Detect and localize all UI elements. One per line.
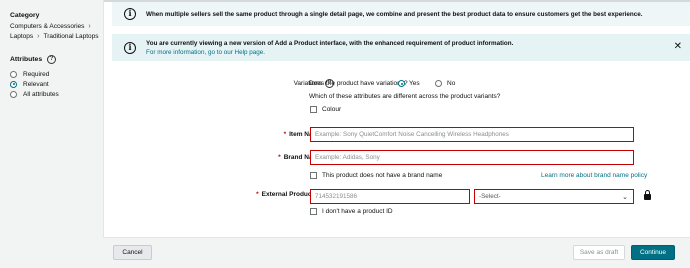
chevron-right-icon: ›	[37, 33, 40, 40]
radio-button[interactable]	[10, 90, 17, 98]
radio-button-selected[interactable]	[10, 80, 17, 88]
colour-checkbox[interactable]	[310, 106, 317, 113]
version-notice-text: You are currently viewing a new version …	[146, 39, 514, 47]
attribute-option-required[interactable]: Required	[10, 69, 103, 79]
category-breadcrumb: Computers & Accessories › Laptops › Tradit…	[10, 22, 103, 42]
breadcrumb-label[interactable]: Laptops	[10, 32, 33, 42]
main-panel: i When multiple sellers sell the same pr…	[103, 0, 690, 237]
attributes-header: Attributes ?	[10, 55, 103, 64]
footer-bar: Cancel Save as draft Continue	[103, 237, 690, 268]
category-heading: Category	[10, 12, 40, 19]
breadcrumb-item[interactable]: Laptops › Traditional Laptops	[10, 32, 103, 42]
attribute-filter: Required Relevant All attributes	[10, 69, 103, 99]
variation-attributes-question: Which of these attributes are different …	[309, 93, 501, 100]
no-brand-checkbox[interactable]	[310, 172, 317, 179]
variations-question: Does the product have variations?	[309, 80, 408, 87]
no-product-id-label: I don't have a product ID	[322, 208, 393, 215]
help-icon[interactable]: ?	[47, 55, 57, 64]
id-type-select[interactable]: -Select- ⌄	[474, 189, 634, 204]
attribute-option-all[interactable]: All attributes	[10, 89, 103, 99]
version-info-banner: i You are currently viewing a new versio…	[112, 34, 690, 61]
breadcrumb-label[interactable]: Traditional Laptops	[43, 32, 98, 42]
info-icon: i	[124, 41, 136, 54]
attributes-heading: Attributes	[10, 56, 43, 63]
colour-label: Colour	[322, 106, 342, 113]
no-brand-label: This product does not have a brand name	[322, 172, 443, 179]
id-type-selected: -Select-	[479, 193, 501, 200]
attribute-option-label: Relevant	[23, 80, 49, 88]
close-icon[interactable]: ✕	[674, 41, 682, 52]
brand-policy-link[interactable]: Learn more about brand name policy	[541, 172, 647, 179]
breadcrumb-item[interactable]: Computers & Accessories ›	[10, 22, 103, 32]
external-id-input[interactable]: 714532191586	[310, 189, 470, 204]
chevron-right-icon: ›	[88, 23, 91, 30]
attribute-option-relevant[interactable]: Relevant	[10, 79, 103, 89]
radio-button[interactable]	[10, 70, 17, 78]
save-draft-button[interactable]: Save as draft	[573, 245, 625, 260]
required-marker: *	[278, 154, 281, 161]
variations-yes-label: Yes	[409, 80, 420, 87]
brand-name-input[interactable]: Example: Adidas, Sony	[310, 150, 634, 165]
help-page-link[interactable]: For more information, go to our Help pag…	[146, 49, 513, 56]
variations-no-radio[interactable]	[435, 80, 442, 87]
continue-button[interactable]: Continue	[631, 245, 675, 260]
sellers-notice-text: When multiple sellers sell the same prod…	[146, 10, 643, 18]
info-icon: i	[124, 8, 136, 20]
cancel-button[interactable]: Cancel	[113, 245, 152, 260]
lock-icon	[644, 190, 651, 200]
banner-content: You are currently viewing a new version …	[146, 40, 513, 56]
variations-no-label: No	[447, 80, 456, 87]
required-marker: *	[256, 191, 259, 198]
item-name-input[interactable]: Example: Sony QuietComfort Noise Cancell…	[310, 127, 634, 142]
required-marker: *	[283, 131, 287, 138]
breadcrumb-label[interactable]: Computers & Accessories	[10, 22, 84, 32]
attribute-option-label: All attributes	[23, 90, 59, 98]
attribute-option-label: Required	[23, 70, 50, 78]
variations-yes-radio[interactable]	[398, 80, 405, 87]
no-product-id-checkbox[interactable]	[310, 208, 317, 215]
sidebar: Category Computers & Accessories › Laptop…	[0, 0, 103, 268]
sellers-info-banner: i When multiple sellers sell the same pr…	[112, 2, 690, 26]
chevron-down-icon: ⌄	[622, 194, 628, 201]
